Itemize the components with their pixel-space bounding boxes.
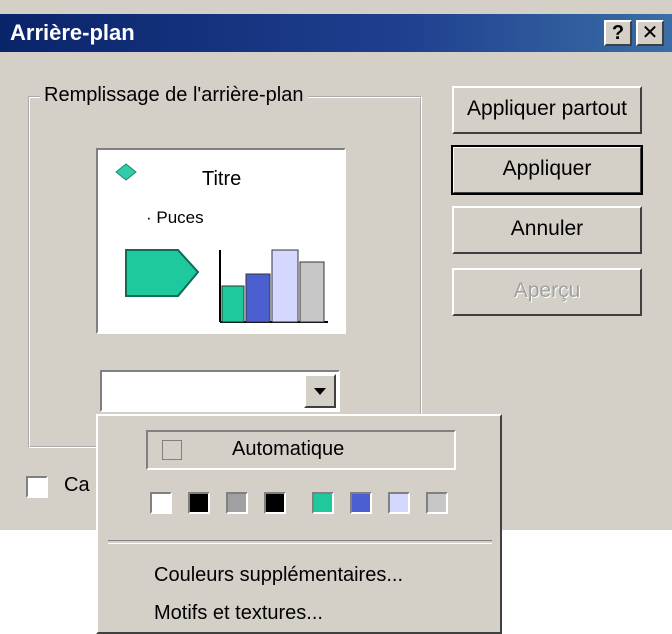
arrow-shape xyxy=(125,249,200,297)
menu-separator xyxy=(108,540,492,544)
swatch-7[interactable] xyxy=(388,492,410,514)
swatch-8[interactable] xyxy=(426,492,448,514)
swatch-4[interactable] xyxy=(264,492,286,514)
cancel-button[interactable]: Annuler xyxy=(452,206,642,254)
preview-button: Aperçu xyxy=(452,268,642,316)
preview-title: Titre xyxy=(202,168,242,190)
apply-all-button[interactable]: Appliquer partout xyxy=(452,86,642,134)
swatch-2[interactable] xyxy=(188,492,210,514)
swatch-3[interactable] xyxy=(226,492,248,514)
swatch-1[interactable] xyxy=(150,492,172,514)
color-dropdown-menu: Automatique Couleurs supplémentaires... … xyxy=(96,414,502,634)
title-bar[interactable]: Arrière-plan ? ✕ xyxy=(0,14,672,52)
checkbox-label: Ca xyxy=(64,474,90,496)
patterns-textures-item[interactable]: Motifs et textures... xyxy=(154,602,323,625)
bar-2 xyxy=(245,273,271,323)
color-combobox[interactable] xyxy=(100,370,340,412)
automatic-color-option[interactable]: Automatique xyxy=(146,430,456,470)
swatch-6[interactable] xyxy=(350,492,372,514)
slide-preview: Titre · Puces xyxy=(96,148,346,334)
omit-graphics-checkbox[interactable] xyxy=(26,476,48,498)
bar-4 xyxy=(299,261,325,323)
chevron-down-icon xyxy=(314,388,326,395)
automatic-swatch xyxy=(162,440,182,460)
close-button[interactable]: ✕ xyxy=(636,20,664,46)
more-colors-item[interactable]: Couleurs supplémentaires... xyxy=(154,564,403,587)
bar-3 xyxy=(271,249,299,323)
apply-button[interactable]: Appliquer xyxy=(451,145,643,195)
diamond-shape xyxy=(115,163,137,181)
automatic-label: Automatique xyxy=(232,438,345,460)
bar-1 xyxy=(221,285,245,323)
preview-bullet: · Puces xyxy=(146,208,204,227)
help-button[interactable]: ? xyxy=(604,20,632,46)
combobox-dropdown-button[interactable] xyxy=(304,374,336,408)
group-label: Remplissage de l'arrière-plan xyxy=(40,84,308,107)
swatch-5[interactable] xyxy=(312,492,334,514)
dialog-title: Arrière-plan xyxy=(10,20,135,45)
